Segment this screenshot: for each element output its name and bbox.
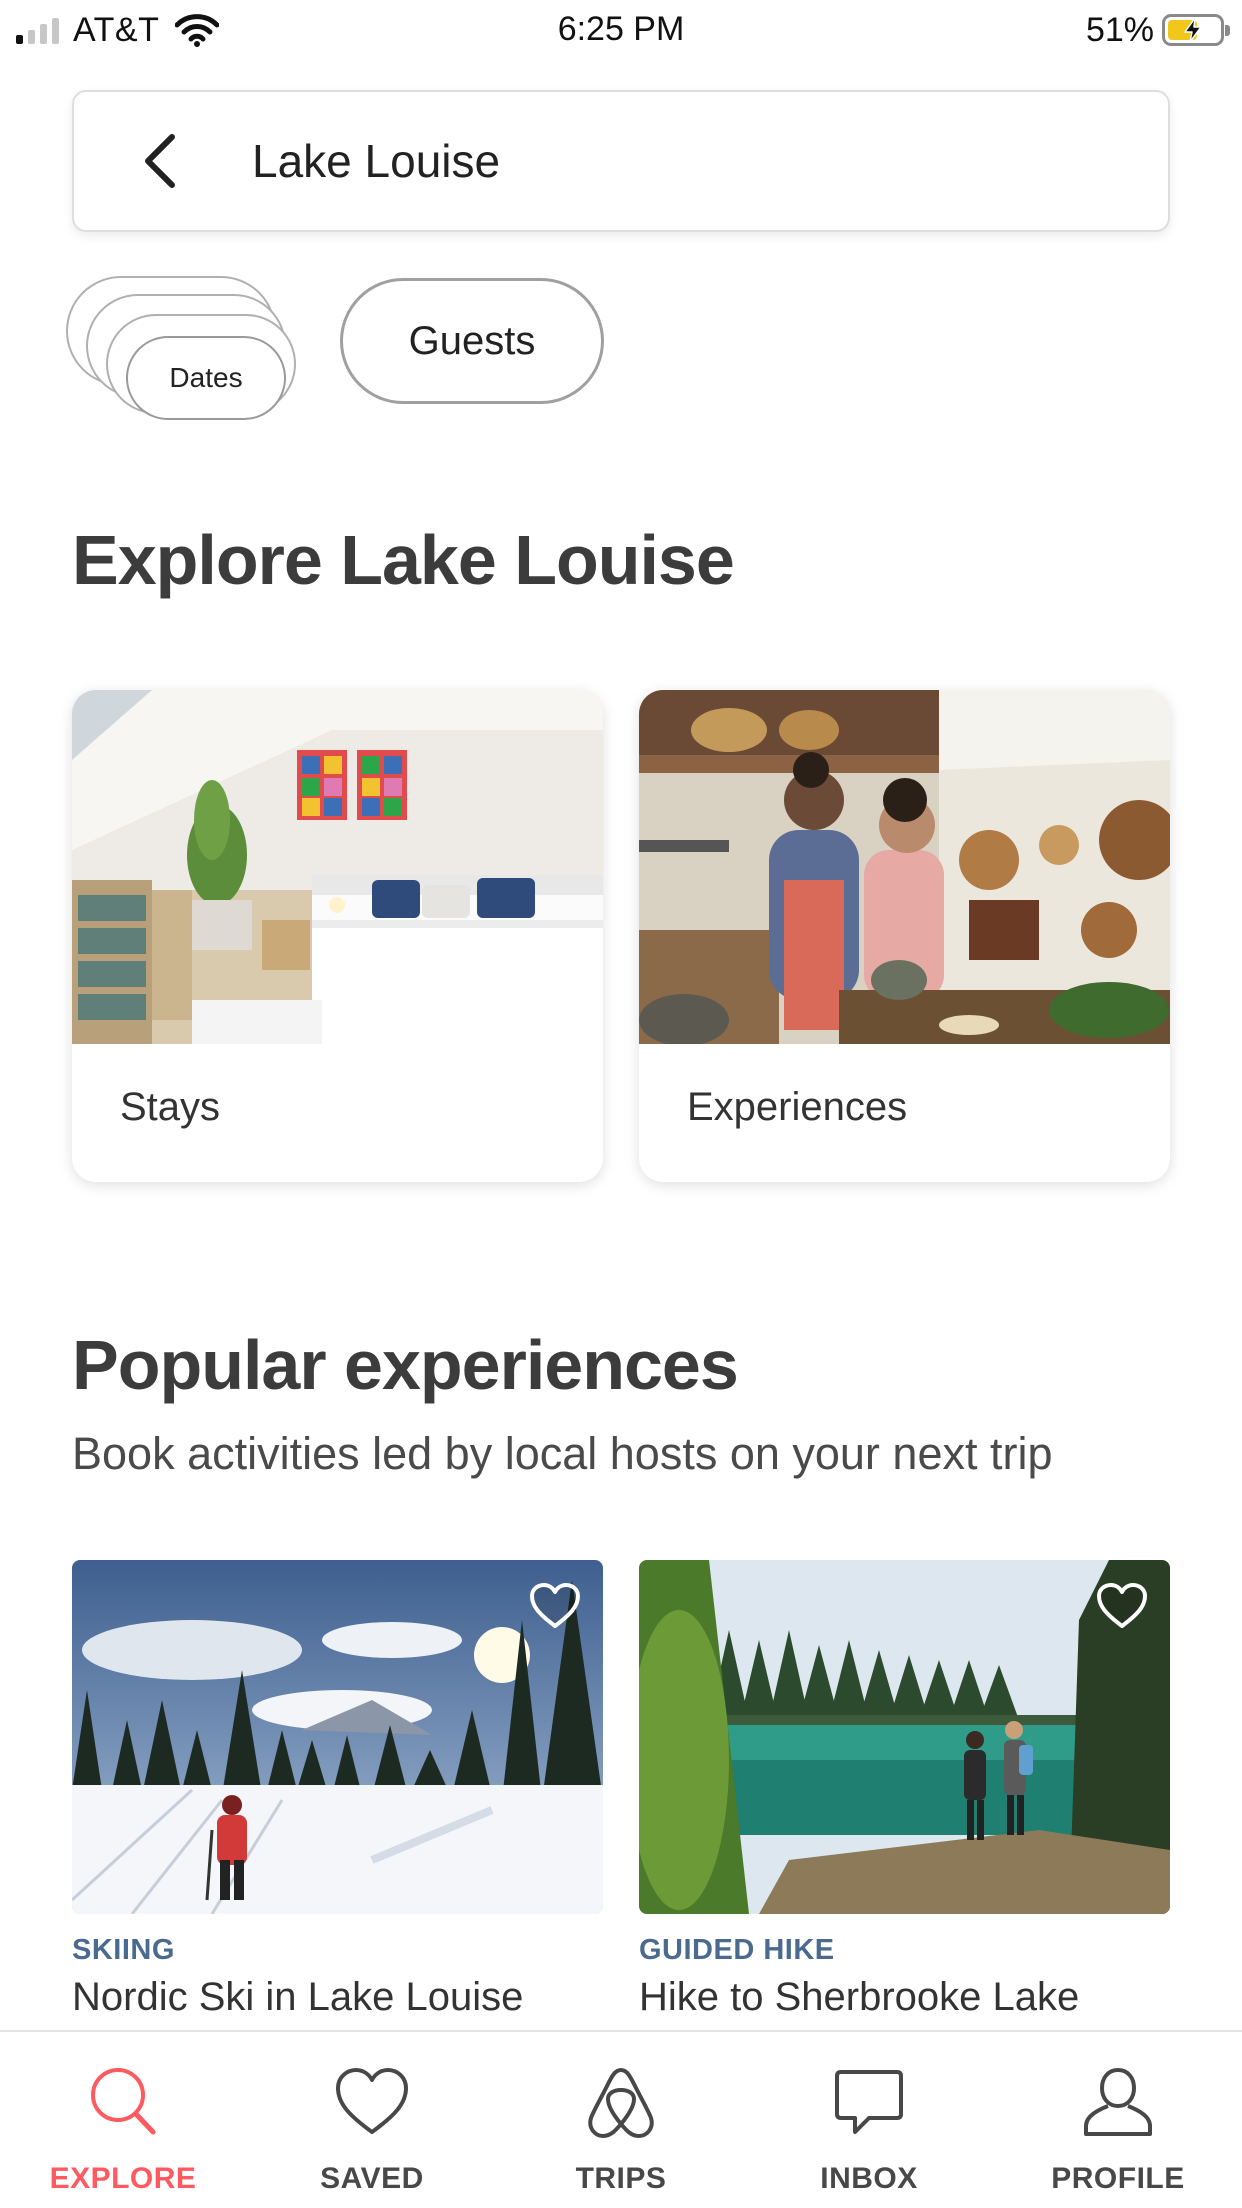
bottom-tab-bar: EXPLORE SAVED TRIPS INBOX PROFILE <box>0 2030 1242 2208</box>
chevron-left-icon <box>145 134 175 188</box>
back-button[interactable] <box>124 125 196 197</box>
explore-title: Explore Lake Louise <box>72 521 735 599</box>
sherbrooke-hike-image <box>639 1560 1170 1914</box>
experiences-card[interactable]: Experiences <box>639 690 1170 1182</box>
heart-icon <box>336 2068 408 2134</box>
save-heart-icon[interactable] <box>529 1582 581 1630</box>
tab-label: PROFILE <box>1051 2162 1185 2195</box>
experience-category: SKIING <box>72 1934 175 1966</box>
stays-label: Stays <box>120 1085 221 1129</box>
search-bar[interactable]: Lake Louise <box>72 90 1170 232</box>
search-query[interactable]: Lake Louise <box>252 134 500 188</box>
experience-title[interactable]: Hike to Sherbrooke Lake <box>639 1975 1079 2020</box>
tab-explore[interactable]: EXPLORE <box>23 2032 223 2208</box>
experience-card-nordic-ski[interactable]: SKIING Nordic Ski in Lake Louise <box>72 1560 603 2020</box>
dates-filter-group: Dates <box>60 270 320 430</box>
battery-percent: 51% <box>1085 10 1154 49</box>
person-icon <box>1084 2067 1152 2136</box>
status-right: 51% <box>1085 10 1230 50</box>
charging-bolt-icon <box>1184 17 1202 43</box>
experiences-image <box>639 690 1170 1046</box>
battery-icon <box>1162 14 1230 46</box>
popular-experiences-title: Popular experiences <box>72 1326 739 1404</box>
experience-category: GUIDED HIKE <box>639 1934 835 1966</box>
guests-filter-button[interactable]: Guests <box>340 278 604 404</box>
tab-profile[interactable]: PROFILE <box>1018 2032 1218 2208</box>
tab-saved[interactable]: SAVED <box>272 2032 472 2208</box>
status-time: 6:25 PM <box>557 10 685 48</box>
save-heart-icon[interactable] <box>1096 1582 1148 1630</box>
tab-trips[interactable]: TRIPS <box>521 2032 721 2208</box>
popular-experiences-subtitle: Book activities led by local hosts on yo… <box>72 1428 1053 1479</box>
stays-card[interactable]: Stays <box>72 690 603 1182</box>
tab-label: INBOX <box>820 2162 918 2195</box>
experience-card-sherbrooke-hike[interactable]: GUIDED HIKE Hike to Sherbrooke Lake <box>639 1560 1170 2020</box>
stays-image <box>72 690 603 1044</box>
airbnb-logo-icon <box>588 2068 654 2138</box>
dates-filter-button[interactable]: Dates <box>126 336 286 420</box>
tab-label: EXPLORE <box>49 2162 197 2195</box>
nordic-ski-image <box>72 1560 603 1914</box>
experiences-label: Experiences <box>687 1085 908 1129</box>
tab-inbox[interactable]: INBOX <box>769 2032 969 2208</box>
tab-label: SAVED <box>320 2162 424 2195</box>
tab-label: TRIPS <box>575 2162 667 2195</box>
chat-bubble-icon <box>835 2070 903 2134</box>
search-icon <box>91 2068 156 2135</box>
experience-title[interactable]: Nordic Ski in Lake Louise <box>72 1975 523 2020</box>
status-bar: AT&T 6:25 PM 51% <box>0 0 1242 60</box>
